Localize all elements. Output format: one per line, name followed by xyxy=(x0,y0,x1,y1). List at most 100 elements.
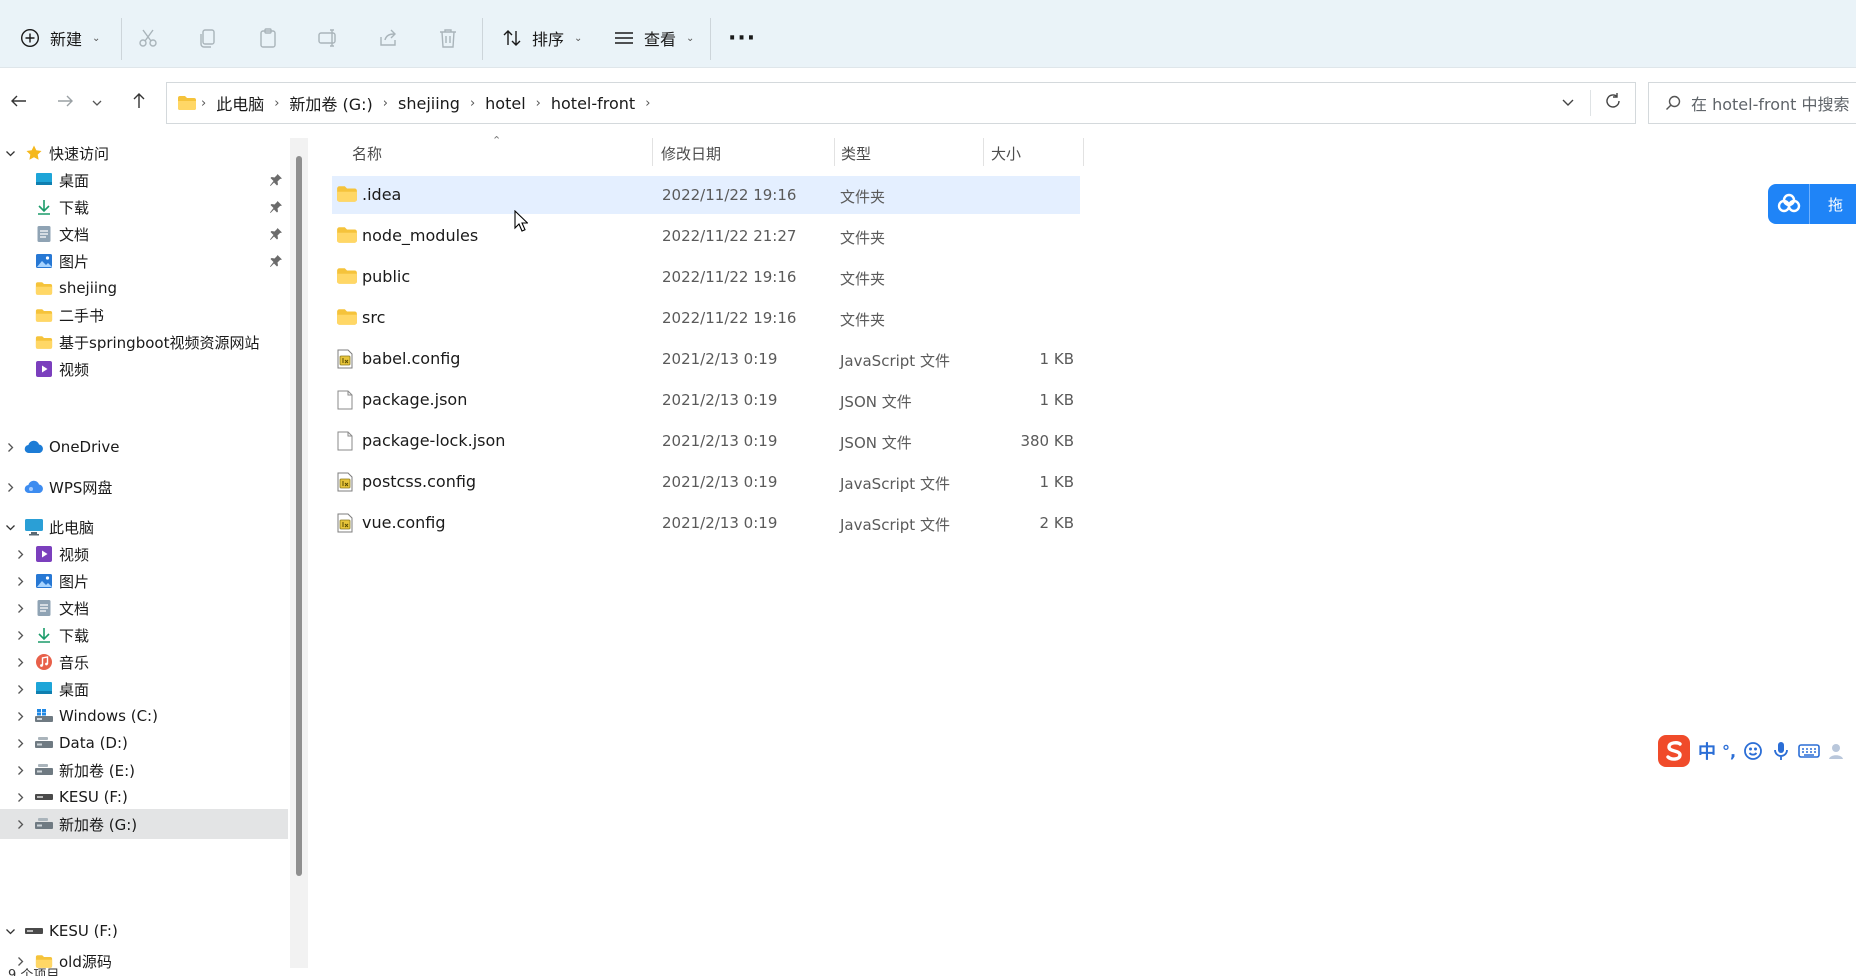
emoji-icon[interactable] xyxy=(1742,740,1764,762)
back-button[interactable] xyxy=(2,87,36,119)
nav-quick-item-3[interactable]: 图片 xyxy=(0,246,288,276)
cut-button[interactable] xyxy=(136,18,160,58)
refresh-button[interactable] xyxy=(1591,83,1635,123)
file-row-package-lock-json[interactable]: package-lock.json 2021/2/13 0:19 JSON 文件 38… xyxy=(332,422,1080,460)
nav-scrollbar-thumb[interactable] xyxy=(296,156,302,876)
column-divider[interactable] xyxy=(1083,138,1084,166)
usb-drive-icon xyxy=(24,921,44,941)
nav-pc-item-2[interactable]: 文档 xyxy=(0,593,288,623)
breadcrumb-separator-icon[interactable]: › xyxy=(270,96,283,111)
user-settings-icon[interactable] xyxy=(1826,740,1848,762)
js-file-icon xyxy=(336,513,358,533)
netdisk-float-widget[interactable]: 拖 xyxy=(1768,184,1856,224)
microphone-icon[interactable] xyxy=(1770,740,1792,762)
breadcrumb-shejiing[interactable]: shejiing xyxy=(392,94,466,113)
nav-pc-item-6[interactable]: Windows (C:) xyxy=(0,701,288,731)
file-row-vue-config[interactable]: vue.config 2021/2/13 0:19 JavaScript 文件 2 K… xyxy=(332,504,1080,542)
forward-button[interactable] xyxy=(48,87,82,119)
nav-quick-item-1[interactable]: 下载 xyxy=(0,192,288,222)
share-button[interactable] xyxy=(376,18,400,58)
file-row-package-json[interactable]: package.json 2021/2/13 0:19 JSON 文件 1 KB xyxy=(332,381,1080,419)
nav-quick-item-5[interactable]: 二手书 xyxy=(0,300,288,330)
recent-locations-button[interactable] xyxy=(86,87,108,119)
sort-button[interactable]: 排序 ⌄ xyxy=(500,18,582,58)
new-button[interactable]: 新建 ⌄ xyxy=(18,18,100,58)
column-header-date[interactable]: 修改日期 xyxy=(661,138,831,168)
chevron-right-icon[interactable] xyxy=(2,482,18,493)
file-row-public[interactable]: public 2022/11/22 19:16 文件夹 xyxy=(332,258,1080,296)
up-button[interactable] xyxy=(122,87,156,119)
breadcrumb-hotel[interactable]: hotel xyxy=(479,94,532,113)
keyboard-icon[interactable] xyxy=(1798,740,1820,762)
view-button[interactable]: 查看 ⌄ xyxy=(612,18,694,58)
chevron-right-icon[interactable] xyxy=(12,549,28,560)
nav-onedrive[interactable]: OneDrive xyxy=(0,432,288,462)
chevron-down-icon[interactable] xyxy=(2,522,18,533)
nav-pc-item-0[interactable]: 视频 xyxy=(0,539,288,569)
nav-quick-item-4[interactable]: shejiing xyxy=(0,273,288,303)
file-modified-date: 2022/11/22 21:27 xyxy=(662,227,797,245)
nav-pc-item-3[interactable]: 下载 xyxy=(0,620,288,650)
chevron-right-icon[interactable] xyxy=(12,630,28,641)
column-header-name[interactable]: 名称 xyxy=(352,138,652,168)
nav-pc-item-10[interactable]: 新加卷 (G:) xyxy=(0,809,288,839)
copy-button[interactable] xyxy=(196,18,220,58)
nav-quick-item-2[interactable]: 文档 xyxy=(0,219,288,249)
nav-pc-item-1[interactable]: 图片 xyxy=(0,566,288,596)
file-row-src[interactable]: src 2022/11/22 19:16 文件夹 xyxy=(332,299,1080,337)
new-button-label: 新建 xyxy=(50,30,83,49)
ime-language-toggle[interactable]: 中 xyxy=(1698,738,1716,764)
column-header-size[interactable]: 大小 xyxy=(991,138,1081,168)
chevron-right-icon[interactable] xyxy=(12,576,28,587)
address-bar[interactable]: › 此电脑 › 新加卷 (G:) › shejiing › hotel › ho… xyxy=(166,82,1636,124)
breadcrumb-separator-icon[interactable]: › xyxy=(379,96,392,111)
chevron-down-icon[interactable] xyxy=(2,148,18,159)
chevron-right-icon[interactable] xyxy=(12,792,28,803)
breadcrumb-separator-icon[interactable]: › xyxy=(641,96,654,111)
nav-quick-item-0[interactable]: 桌面 xyxy=(0,165,288,195)
chevron-right-icon[interactable] xyxy=(12,684,28,695)
breadcrumb-separator-icon[interactable]: › xyxy=(466,96,479,111)
more-options-button[interactable]: ··· xyxy=(728,18,756,58)
breadcrumb-separator-icon[interactable]: › xyxy=(532,96,545,111)
ime-punctuation-toggle[interactable]: °, xyxy=(1722,742,1736,761)
nav-pc-item-5[interactable]: 桌面 xyxy=(0,674,288,704)
column-divider[interactable] xyxy=(834,138,835,166)
file-row-babel-config[interactable]: babel.config 2021/2/13 0:19 JavaScript 文件 1… xyxy=(332,340,1080,378)
file-row-node-modules[interactable]: node_modules 2022/11/22 21:27 文件夹 xyxy=(332,217,1080,255)
chevron-right-icon[interactable] xyxy=(12,819,28,830)
breadcrumb-drive-g[interactable]: 新加卷 (G:) xyxy=(283,91,378,115)
search-box[interactable]: 在 hotel-front 中搜索 xyxy=(1648,82,1856,124)
nav-quick-item-6[interactable]: 基于springboot视频资源网站 xyxy=(0,327,288,357)
chevron-right-icon[interactable] xyxy=(12,603,28,614)
sogou-logo-icon[interactable] xyxy=(1656,733,1692,769)
chevron-right-icon[interactable] xyxy=(12,711,28,722)
nav-this-pc[interactable]: 此电脑 xyxy=(0,512,288,542)
column-divider[interactable] xyxy=(983,138,984,166)
nav-scrollbar[interactable] xyxy=(290,138,308,968)
file-row-idea[interactable]: .idea 2022/11/22 19:16 文件夹 xyxy=(332,176,1080,214)
nav-quick-item-7[interactable]: 视频 xyxy=(0,354,288,384)
nav-wps-cloud[interactable]: WPS网盘 xyxy=(0,472,288,502)
nav-pc-item-4[interactable]: 音乐 xyxy=(0,647,288,677)
nav-quick-access[interactable]: 快速访问 xyxy=(0,138,288,168)
column-divider[interactable] xyxy=(652,138,653,166)
nav-pc-item-7[interactable]: Data (D:) xyxy=(0,728,288,758)
chevron-right-icon[interactable] xyxy=(12,657,28,668)
nav-pc-item-8[interactable]: 新加卷 (E:) xyxy=(0,755,288,785)
column-header-type[interactable]: 类型 xyxy=(841,138,981,168)
chevron-right-icon[interactable] xyxy=(2,442,18,453)
ime-toolbar[interactable]: 中 °, xyxy=(1656,732,1856,770)
rename-button[interactable] xyxy=(316,18,340,58)
file-row-postcss-config[interactable]: postcss.config 2021/2/13 0:19 JavaScript 文… xyxy=(332,463,1080,501)
breadcrumb-hotel-front[interactable]: hotel-front xyxy=(545,94,641,113)
paste-button[interactable] xyxy=(256,18,280,58)
chevron-down-icon[interactable] xyxy=(2,926,18,937)
chevron-right-icon[interactable] xyxy=(12,738,28,749)
delete-button[interactable] xyxy=(436,18,460,58)
nav-pc-item-9[interactable]: KESU (F:) xyxy=(0,782,288,812)
chevron-right-icon[interactable] xyxy=(12,765,28,776)
address-history-button[interactable] xyxy=(1546,83,1590,123)
nav-kesu-drive[interactable]: KESU (F:) xyxy=(0,916,288,946)
breadcrumb-this-pc[interactable]: 此电脑 xyxy=(210,91,270,115)
